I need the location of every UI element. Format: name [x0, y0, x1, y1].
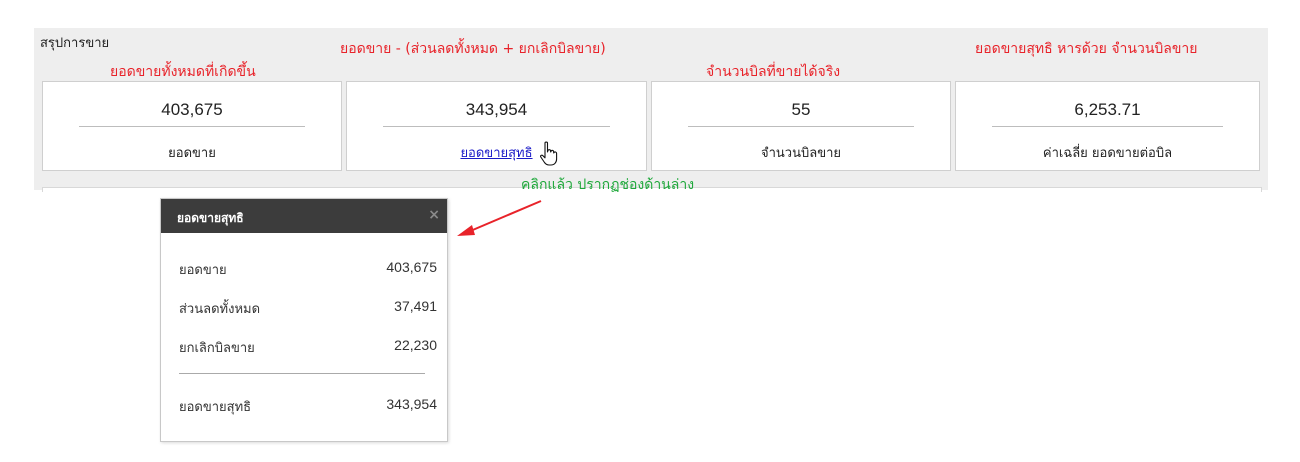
popup-divider	[179, 373, 425, 374]
row-label: ยอดขายสุทธิ	[179, 400, 252, 415]
card-bill-count-value: 55	[791, 100, 811, 119]
net-sales-link[interactable]: ยอดขายสุทธิ	[347, 142, 646, 163]
popup-row-net-sales: ยอดขายสุทธิ 343,954	[179, 396, 437, 416]
close-icon[interactable]: ×	[428, 207, 440, 223]
popup-row-sales: ยอดขาย 403,675	[179, 259, 437, 279]
annotation-average: ยอดขายสุทธิ หารด้วย จำนวนบิลขาย	[975, 41, 1198, 57]
row-label: ยกเลิกบิลขาย	[179, 341, 255, 356]
popup-header: ยอดขายสุทธิ ×	[161, 199, 447, 233]
card-net-sales: 343,954 ยอดขายสุทธิ	[346, 81, 647, 171]
divider	[992, 126, 1223, 127]
row-value: 403,675	[386, 259, 437, 275]
annotation-click-hint: คลิกแล้ว ปรากฏช่องด้านล่าง	[521, 177, 695, 193]
card-bill-count: 55 จำนวนบิลขาย	[651, 81, 951, 171]
popup-row-discount: ส่วนลดทั้งหมด 37,491	[179, 298, 437, 318]
divider	[79, 126, 305, 127]
annotation-formula: ยอดขาย - (ส่วนลดทั้งหมด + ยกเลิกบิลขาย)	[340, 41, 606, 57]
row-value: 37,491	[394, 298, 437, 314]
hand-cursor-icon	[540, 141, 558, 166]
card-bill-count-label: จำนวนบิลขาย	[760, 146, 841, 161]
row-label: ส่วนลดทั้งหมด	[179, 302, 261, 317]
row-label: ยอดขาย	[179, 263, 227, 278]
card-sales-value: 403,675	[161, 100, 223, 119]
card-average-label: ค่าเฉลี่ย ยอดขายต่อบิล	[1042, 146, 1173, 161]
row-value: 343,954	[386, 396, 437, 412]
annotation-total-sales: ยอดขายทั้งหมดที่เกิดขึ้น	[110, 64, 256, 80]
card-average: 6,253.71 ค่าเฉลี่ย ยอดขายต่อบิล	[955, 81, 1260, 171]
annotation-real-bills: จำนวนบิลที่ขายได้จริง	[706, 64, 841, 80]
red-arrow-icon	[457, 200, 542, 236]
divider	[688, 126, 914, 127]
card-average-value: 6,253.71	[1074, 100, 1141, 119]
panel-title: สรุปการขาย	[40, 36, 110, 51]
popup-row-cancelled: ยกเลิกบิลขาย 22,230	[179, 337, 437, 357]
card-net-sales-value: 343,954	[465, 100, 528, 119]
card-sales: 403,675 ยอดขาย	[42, 81, 342, 171]
popup-title: ยอดขายสุทธิ	[177, 211, 244, 225]
card-sales-label: ยอดขาย	[168, 146, 216, 161]
divider	[383, 126, 610, 127]
row-value: 22,230	[394, 337, 437, 353]
net-sales-popup: ยอดขายสุทธิ × ยอดขาย 403,675 ส่วนลดทั้งห…	[160, 198, 448, 442]
